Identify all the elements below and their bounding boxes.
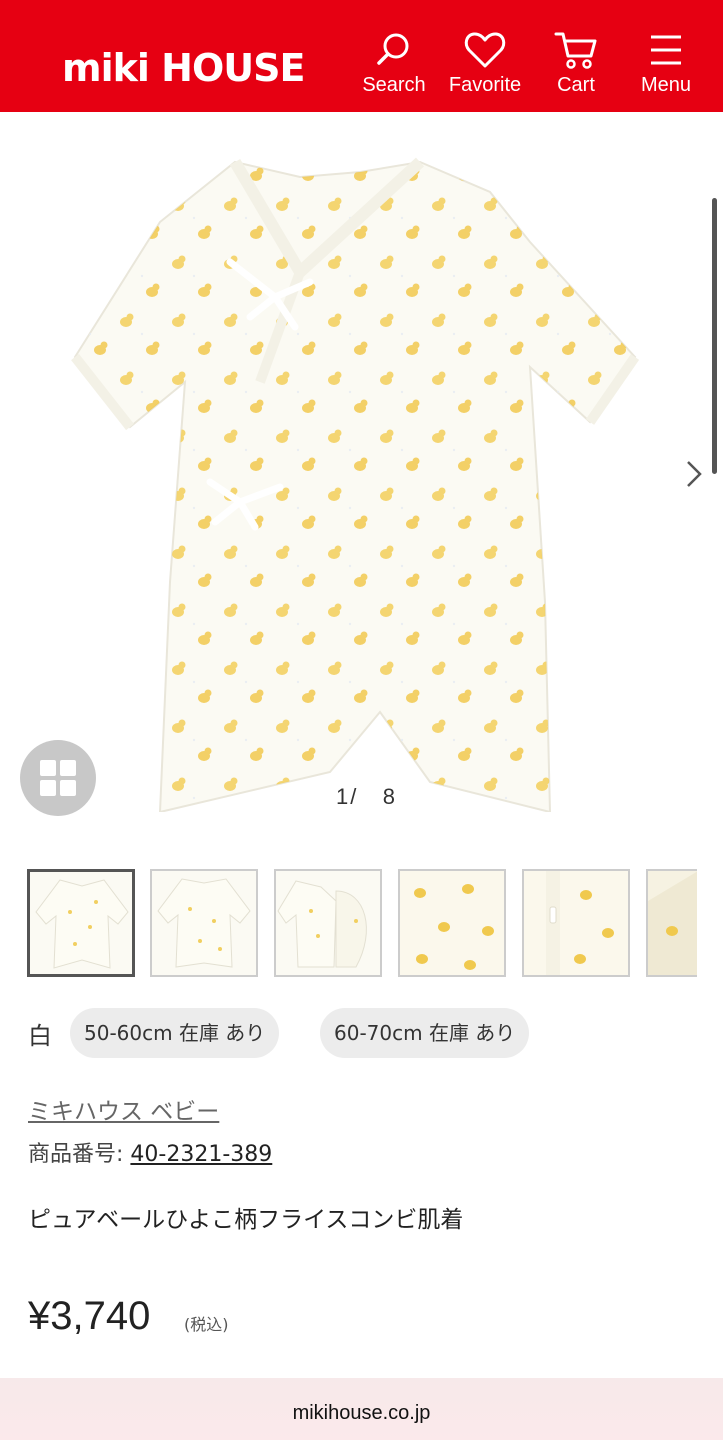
menu-label: Menu: [640, 74, 692, 96]
cart-button[interactable]: Cart: [534, 30, 618, 102]
search-label: Search: [362, 74, 426, 96]
thumbnail-1[interactable]: [27, 869, 135, 977]
chevron-right-icon[interactable]: [680, 454, 710, 494]
thumbnail-image: [648, 871, 697, 975]
total-image-number: 8: [382, 784, 397, 809]
thumbnail-image: [157, 878, 251, 968]
miki-house-logo[interactable]: miki HOUSE: [62, 40, 305, 96]
browser-url-bar[interactable]: mikihouse.co.jp: [0, 1378, 723, 1440]
search-icon: [377, 33, 409, 65]
thumbnail-image: [35, 879, 129, 969]
thumbnail-image: [400, 871, 504, 975]
thumbnail-image: [524, 871, 628, 975]
thumbnail-4[interactable]: [398, 869, 506, 977]
url-domain: mikihouse.co.jp: [292, 1402, 431, 1424]
cart-icon: [554, 32, 597, 69]
grid-icon: [40, 760, 56, 776]
product-price: ¥3,740: [28, 1294, 151, 1338]
color-label: 白: [28, 1022, 52, 1050]
counter-separator: /: [350, 784, 359, 809]
favorite-label: Favorite: [448, 74, 522, 96]
thumbnail-5[interactable]: [522, 869, 630, 977]
size-option-50-60[interactable]: 50-60cm 在庫 あり: [70, 1008, 280, 1058]
brand-link[interactable]: ミキハウス ベビー: [28, 1092, 219, 1126]
tax-note: (税込): [184, 1315, 229, 1334]
product-image-gallery[interactable]: 1/ 8: [0, 112, 723, 832]
cart-label: Cart: [557, 74, 595, 96]
product-code-label: 商品番号:: [28, 1142, 124, 1167]
image-counter: 1/ 8: [336, 784, 397, 810]
product-image: [71, 157, 640, 812]
thumbnail-image: [277, 880, 367, 968]
heart-icon: [464, 32, 506, 68]
product-code: 商品番号: 40-2321-389: [28, 1136, 272, 1168]
site-header: miki HOUSE Search Favorite Cart Menu: [0, 0, 723, 112]
thumbnail-3[interactable]: [274, 869, 382, 977]
search-button[interactable]: Search: [352, 30, 436, 102]
page-scrollbar[interactable]: [712, 198, 717, 474]
product-name: ピュアベールひよこ柄フライスコンビ肌着: [28, 1207, 464, 1233]
favorite-button[interactable]: Favorite: [443, 30, 527, 102]
thumbnail-2[interactable]: [150, 869, 258, 977]
menu-button[interactable]: Menu: [624, 30, 708, 102]
size-option-60-70[interactable]: 60-70cm 在庫 あり: [320, 1008, 530, 1058]
product-code-link[interactable]: 40-2321-389: [130, 1142, 272, 1167]
thumbnail-strip[interactable]: [27, 869, 697, 979]
grid-view-button[interactable]: [20, 740, 96, 816]
current-image-number: 1: [336, 784, 351, 809]
thumbnail-6[interactable]: [646, 869, 697, 977]
hamburger-menu-icon: [651, 35, 681, 65]
